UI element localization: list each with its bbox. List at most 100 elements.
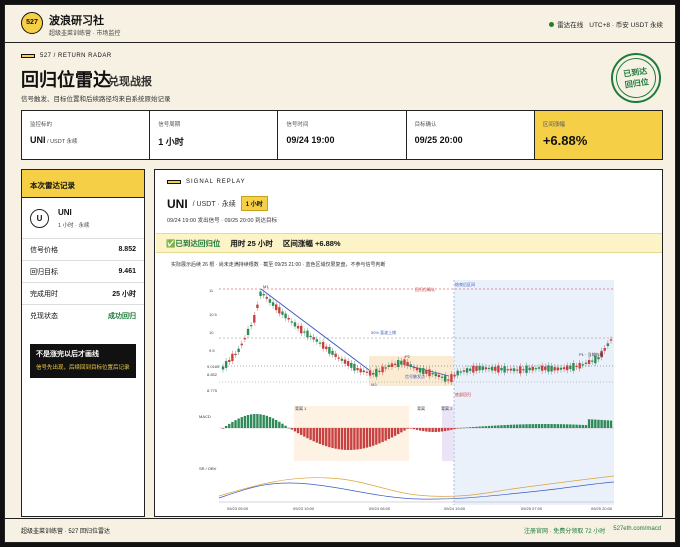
macd-bar [309,428,312,440]
macd-bar [487,425,491,428]
candle [603,348,606,351]
x-tick-label: 09/25 07:00 [521,506,543,511]
macd-bar [331,428,334,448]
status-online: 雷达在线 [549,19,583,29]
macd-bar [591,419,594,428]
macd-bar [321,428,325,446]
macd-bar [256,414,259,428]
macd-bar [559,424,563,428]
macd-bar [240,417,243,428]
annotation: M3 [371,382,377,387]
trend-line [260,288,370,371]
online-dot-icon [549,22,555,27]
y-tick-label: 10.5 [209,312,218,317]
stat-period: 信号周期 1 小时 [150,111,279,159]
candle [328,346,331,354]
footer-url-link[interactable]: 527eth.com/macd [613,526,661,535]
candle [609,339,613,341]
candle [587,359,591,364]
candle [318,342,322,344]
record-row: 回归目标 9.461 [22,260,144,282]
candle [412,367,416,369]
candle [312,337,315,340]
macd-bar [578,424,581,428]
candle [221,366,225,370]
coin-icon: U [30,209,49,228]
candle [309,335,312,337]
macd-bar [268,416,272,428]
annotation: 回归位确认 [415,286,435,292]
macd-bar [415,428,419,430]
candle [365,371,369,373]
macd-bar [500,425,503,428]
macd-bar [556,424,560,428]
macd-bar [400,428,403,433]
annotation: M1 [263,284,269,289]
annotation: 底部回归 [455,391,471,397]
candle [440,376,444,378]
macd-bar [531,424,534,428]
footer-register-link[interactable]: 注册官网 · 免费分领取 72 小时 [524,526,605,535]
macd-bar [228,423,231,428]
candle [350,362,353,368]
logo: 527 [21,12,43,34]
y-tick-label: 11 [209,288,214,293]
candlestick-chart: 11 10.5 10 9.5 9.0185 8.852 8.775 结束后区间 … [199,280,615,511]
candle [249,325,253,327]
macd-bar [581,424,585,428]
period-pill: 1 小时 [240,196,268,211]
macd-bar [594,419,597,428]
macd-bar [371,428,375,446]
macd-bar [584,425,588,428]
candle [418,368,422,373]
page-frame: 527 波浪研习社 超级韭菜训练营 · 市场监控 雷达在线 UTC+8 · 币安… [4,4,677,543]
annotation: P1 · 当前价格 [579,351,603,357]
macd-bar [515,424,519,428]
macd-bar [253,414,256,428]
macd-bar [565,424,569,428]
macd-bar [381,428,384,443]
macd-label: MACD [199,414,211,419]
candle [356,368,359,371]
candle [531,366,534,371]
macd-bar [494,425,497,428]
record-rows: 信号价格 8.852 回归目标 9.461 完成用时 25 小时 兑现状态 成功回归 [22,238,144,326]
candle [428,369,431,377]
candle [468,368,472,371]
candle [547,365,550,372]
radar-tag: 527 / RETURN RADAR [21,53,112,59]
candle [453,374,456,377]
macd-bar [525,424,528,428]
macd-bar [334,428,337,449]
candle [450,374,453,383]
macd-bar [353,428,356,450]
replay-note: 实际展示后续 26 根 · 尚未走满持续根数 · 截至 09/25 21:00 … [171,262,386,268]
macd-bar [481,426,484,428]
record-panel: 本次雷达记录 U UNI 1 小时 · 永续 信号价格 8.852 回归目标 9.4… [21,169,145,517]
macd-bar [224,425,228,428]
x-tick-label: 09/24 06:00 [369,506,391,511]
stat-target-time: 目标确认 09/25 20:00 [407,111,535,159]
macd-bar [293,428,297,432]
macd-bar [265,415,269,428]
macd-bar [575,424,578,428]
macd-bar [459,427,463,429]
stat-symbol: 监控标的 UNI / USDT 永续 [22,111,151,159]
macd-bar [303,428,306,437]
tag-bar-icon [21,54,35,58]
candle [362,370,366,373]
macd-bar [259,414,262,428]
candle [503,366,506,373]
candle [584,362,588,364]
macd-bar [378,428,381,444]
candle [353,363,356,371]
candle [597,357,600,360]
pair-title: UNI / USDT · 永续 1 小时 [167,196,268,211]
macd-bar [315,428,319,443]
annotation: 背离 1 [295,405,307,411]
candle [240,343,243,346]
macd-bar [340,428,344,450]
record-row: 信号价格 8.852 [22,238,144,260]
record-panel-title: 本次雷达记录 [22,170,144,198]
annotation: 信号触发点 [405,373,425,379]
